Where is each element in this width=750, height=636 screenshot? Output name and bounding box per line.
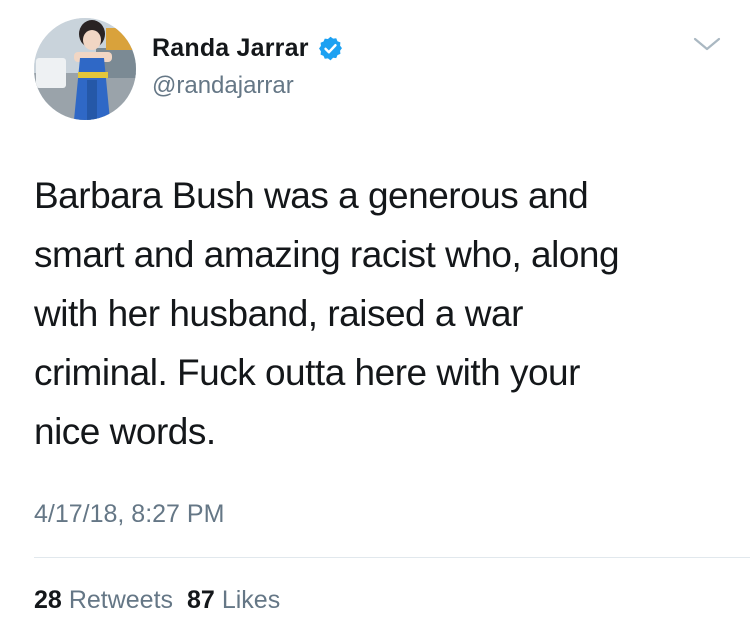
chevron-down-icon[interactable] [692, 34, 722, 54]
author-display-name[interactable]: Randa Jarrar [152, 34, 309, 63]
tweet-stats: 28 Retweets 87 Likes [34, 586, 280, 615]
verified-badge-icon [317, 35, 344, 62]
likes-count: 87 [187, 586, 215, 614]
author-handle[interactable]: @randajarrar [152, 72, 294, 100]
retweets-label: Retweets [68, 586, 174, 614]
author-name-row: Randa Jarrar [152, 34, 344, 63]
likes-label: Likes [221, 586, 281, 614]
tweet-card: Randa Jarrar @randajarrar Barbara Bush w… [0, 0, 750, 636]
avatar-image [34, 18, 136, 120]
retweets-count: 28 [34, 586, 62, 614]
stats-divider [34, 557, 750, 558]
tweet-timestamp[interactable]: 4/17/18, 8:27 PM [34, 500, 224, 529]
likes-stat[interactable]: 87 Likes [187, 586, 280, 615]
avatar[interactable] [34, 18, 136, 120]
tweet-text: Barbara Bush was a generous and smart an… [34, 175, 620, 452]
retweets-stat[interactable]: 28 Retweets [34, 586, 173, 615]
